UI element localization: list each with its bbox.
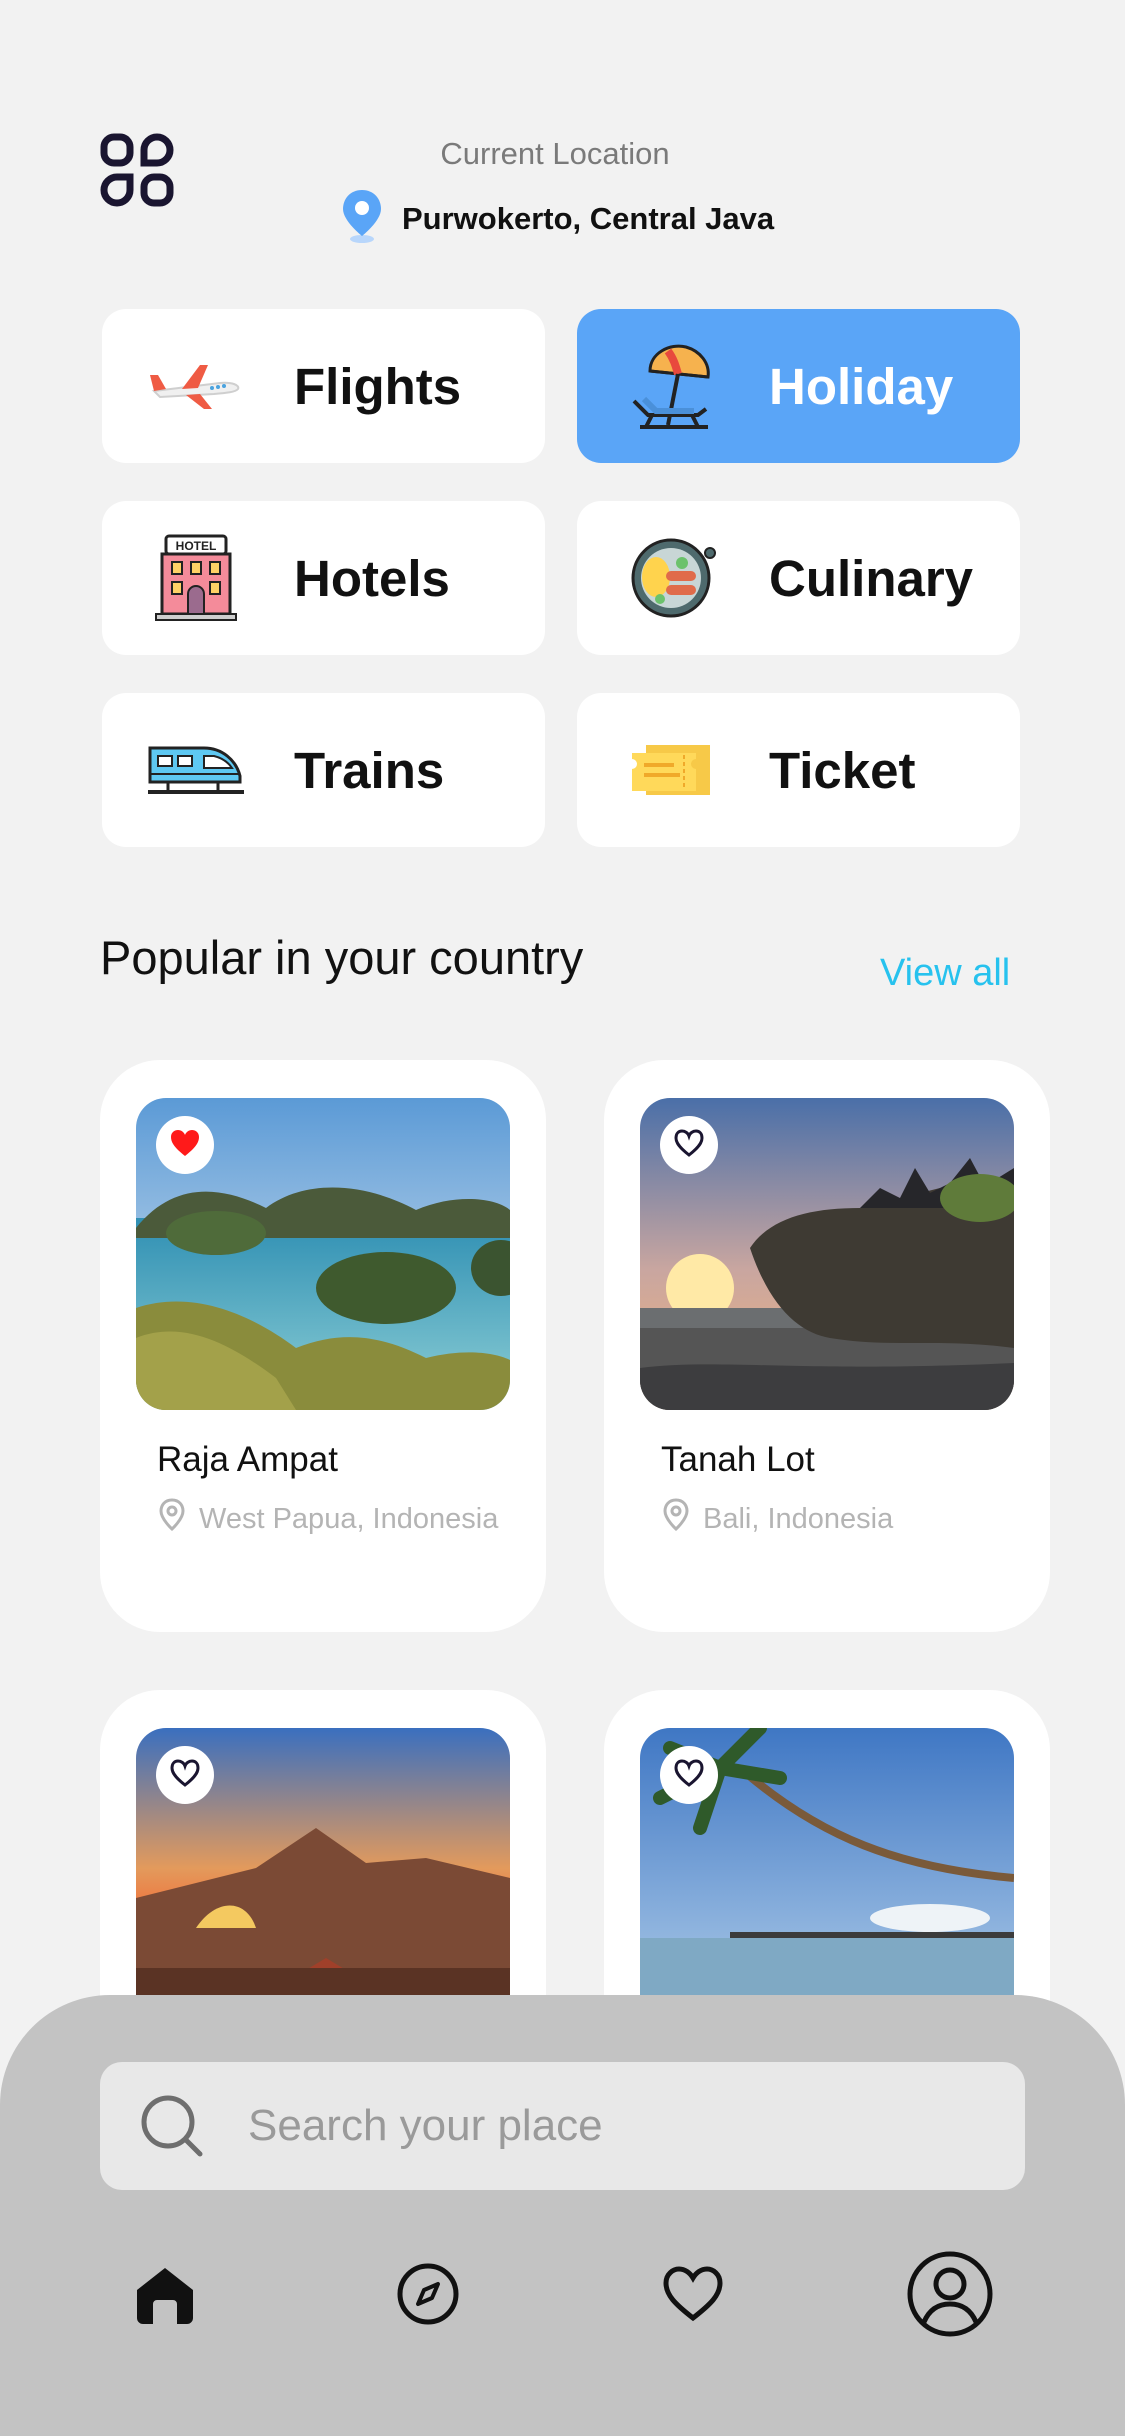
- category-hotels[interactable]: HOTEL Hotels: [102, 501, 545, 655]
- category-label: Holiday: [769, 357, 954, 415]
- current-location[interactable]: Purwokerto, Central Java: [340, 188, 774, 249]
- view-all-link[interactable]: View all: [880, 952, 1010, 995]
- search-icon: [138, 2092, 206, 2160]
- place-location-text: West Papua, Indonesia: [199, 1502, 499, 1535]
- ticket-icon: [623, 722, 719, 818]
- favorite-button[interactable]: [156, 1746, 214, 1804]
- train-icon: [148, 722, 244, 818]
- category-label: Ticket: [769, 741, 916, 799]
- svg-text:HOTEL: HOTEL: [176, 539, 217, 553]
- hotel-icon: HOTEL: [148, 530, 244, 626]
- airplane-icon: [148, 338, 244, 434]
- place-photo: [136, 1728, 510, 2040]
- category-label: Hotels: [294, 549, 450, 607]
- place-card[interactable]: Raja Ampat West Papua, Indonesia: [100, 1060, 546, 1632]
- favorite-button[interactable]: [660, 1746, 718, 1804]
- category-flights[interactable]: Flights: [102, 309, 545, 463]
- nav-explore[interactable]: [378, 2246, 478, 2346]
- category-trains[interactable]: Trains: [102, 693, 545, 847]
- location-pin-icon: [157, 1497, 187, 1541]
- heart-outline-icon: [169, 1758, 201, 1793]
- place-name: Raja Ampat: [157, 1440, 338, 1479]
- category-label: Trains: [294, 741, 445, 799]
- profile-icon: [906, 2250, 994, 2343]
- location-pin-icon: [661, 1497, 691, 1541]
- category-ticket[interactable]: Ticket: [577, 693, 1020, 847]
- place-location: West Papua, Indonesia: [157, 1497, 498, 1541]
- favorite-button[interactable]: [660, 1116, 718, 1174]
- place-card[interactable]: Tanah Lot Bali, Indonesia: [604, 1060, 1050, 1632]
- nav-profile[interactable]: [900, 2246, 1000, 2346]
- section-title: Popular in your country: [100, 931, 584, 984]
- location-pin-icon: [340, 188, 384, 249]
- heart-icon: [661, 2264, 725, 2329]
- nav-favorites[interactable]: [643, 2246, 743, 2346]
- compass-icon: [396, 2262, 460, 2331]
- place-photo: [640, 1728, 1014, 2040]
- category-culinary[interactable]: Culinary: [577, 501, 1020, 655]
- current-location-label: Current Location: [440, 136, 670, 171]
- search-bar[interactable]: [100, 2062, 1025, 2190]
- category-label: Culinary: [769, 549, 974, 607]
- place-name: Tanah Lot: [661, 1440, 815, 1479]
- place-location-text: Bali, Indonesia: [703, 1502, 894, 1535]
- location-value: Purwokerto, Central Java: [402, 200, 775, 236]
- beach-umbrella-icon: [623, 338, 719, 434]
- food-pan-icon: [623, 530, 719, 626]
- place-photo: [640, 1098, 1014, 1410]
- search-input[interactable]: [246, 2100, 950, 2152]
- category-holiday[interactable]: Holiday: [577, 309, 1020, 463]
- place-location: Bali, Indonesia: [661, 1497, 893, 1541]
- place-photo: [136, 1098, 510, 1410]
- heart-filled-icon: [169, 1128, 201, 1163]
- favorite-button[interactable]: [156, 1116, 214, 1174]
- heart-outline-icon: [673, 1758, 705, 1793]
- heart-outline-icon: [673, 1128, 705, 1163]
- nav-home[interactable]: [115, 2246, 215, 2346]
- category-label: Flights: [294, 357, 462, 415]
- home-icon: [133, 2262, 197, 2331]
